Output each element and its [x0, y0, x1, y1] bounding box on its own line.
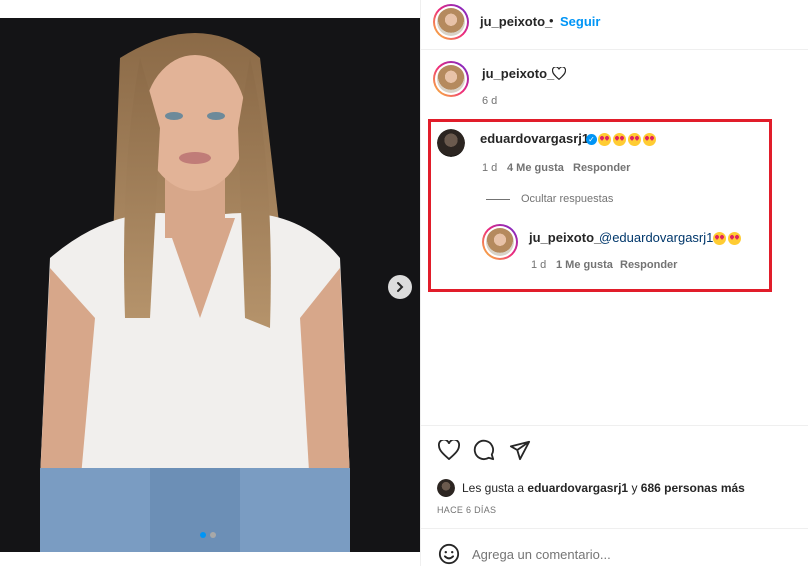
- caption-username[interactable]: ju_peixoto_: [482, 66, 554, 81]
- comment-input[interactable]: [472, 545, 792, 563]
- likes-summary: Les gusta a eduardovargasrj1 y 686 perso…: [462, 481, 745, 495]
- pane-divider: [420, 0, 421, 566]
- carousel-dot: [200, 532, 206, 538]
- next-image-button[interactable]: [388, 275, 412, 299]
- verified-badge-icon: ✓: [583, 131, 597, 146]
- comment-reply-button[interactable]: Responder: [573, 162, 630, 174]
- carousel-indicator: [200, 532, 216, 538]
- smiling-hearts-emoji-icon: [713, 232, 726, 246]
- commenter-avatar[interactable]: [437, 129, 465, 157]
- heart-icon[interactable]: [437, 438, 461, 462]
- likes-user-link[interactable]: eduardovargasrj1: [527, 481, 628, 495]
- comment-icon[interactable]: [472, 438, 496, 462]
- share-icon[interactable]: [508, 438, 532, 462]
- actions-divider: [421, 425, 808, 426]
- comment-time: 1 d: [482, 162, 498, 174]
- likes-middle: y: [631, 481, 638, 495]
- reply-reply-button[interactable]: Responder: [620, 259, 677, 271]
- media-pane: [0, 0, 420, 566]
- likes-others-link[interactable]: 686 personas más: [641, 481, 745, 495]
- hide-replies-button[interactable]: Ocultar respuestas: [521, 193, 613, 205]
- caption-time: 6 d: [482, 95, 498, 107]
- comment-likes[interactable]: 4 Me gusta: [507, 162, 564, 174]
- chevron-right-icon: [397, 282, 404, 292]
- input-divider: [421, 528, 808, 529]
- heart-eyes-emoji-icon: [628, 133, 641, 147]
- post-age: HACE 6 DÍAS: [437, 505, 497, 515]
- header-divider: [421, 49, 808, 50]
- heart-eyes-emoji-icon: [598, 133, 611, 147]
- author-avatar[interactable]: [433, 4, 469, 40]
- comment-username[interactable]: eduardovargasrj1: [480, 131, 589, 146]
- emoji-picker-icon[interactable]: [437, 542, 461, 566]
- portrait-image: [0, 18, 420, 552]
- smiling-hearts-emoji-icon: [728, 232, 741, 246]
- post-photo[interactable]: [0, 18, 420, 552]
- comment-emojis: [598, 131, 658, 149]
- reply-emojis: [713, 230, 743, 248]
- liker-avatar[interactable]: [437, 479, 455, 497]
- reply-username[interactable]: ju_peixoto_: [529, 230, 601, 245]
- heart-eyes-emoji-icon: [613, 133, 626, 147]
- follow-button[interactable]: Seguir: [560, 14, 600, 29]
- header-username[interactable]: ju_peixoto_: [480, 14, 552, 29]
- reply-time: 1 d: [531, 259, 547, 271]
- replies-line: [486, 199, 510, 200]
- header-separator: •: [549, 13, 554, 28]
- likes-prefix: Les gusta a: [462, 481, 525, 495]
- reply-likes[interactable]: 1 Me gusta: [556, 259, 613, 271]
- carousel-dot: [210, 532, 216, 538]
- caption-avatar[interactable]: [433, 61, 469, 97]
- caption-heart-icon[interactable]: [550, 64, 568, 82]
- reply-mention-link[interactable]: @eduardovargasrj1: [599, 230, 713, 245]
- reply-avatar[interactable]: [482, 224, 518, 260]
- heart-eyes-emoji-icon: [643, 133, 656, 147]
